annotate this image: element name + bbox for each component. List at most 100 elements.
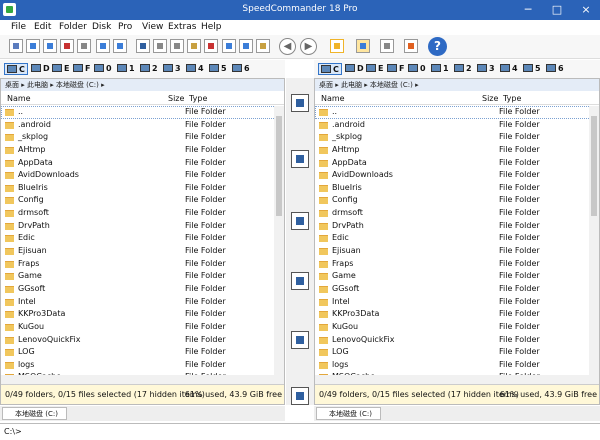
header-size[interactable]: Size [168,92,184,105]
minimize-button[interactable]: ─ [514,0,542,20]
drive-d-left[interactable]: D [31,63,50,75]
drive-1-right[interactable]: 1 [431,63,449,75]
properties-icon[interactable] [77,39,91,53]
table-row[interactable]: Config File Folder [315,194,599,207]
info-icon[interactable] [222,39,236,53]
menu-edit[interactable]: Edit [34,22,51,32]
view-mode-icon[interactable] [380,39,394,53]
header-size[interactable]: Size [482,92,498,105]
horizontal-scrollbar-right[interactable] [315,375,599,384]
table-row[interactable]: AHtmp File Folder [315,144,599,157]
breadcrumb-right[interactable]: 桌面 ▸ 此电脑 ▸ 本地磁盘 (C:) ▸ [315,79,599,91]
tab-local-disk-right[interactable]: 本地磁盘 (C:) [316,407,381,420]
vertical-scrollbar-right[interactable] [589,106,599,384]
tab-local-disk-left[interactable]: 本地磁盘 (C:) [2,407,67,420]
table-row[interactable]: GGsoft File Folder [315,283,599,296]
table-row[interactable]: LOG File Folder [1,346,284,359]
menu-folder[interactable]: Folder [59,22,87,32]
folder-icon[interactable] [256,39,270,53]
delete-icon[interactable] [60,39,74,53]
view-command-icon[interactable] [291,212,309,230]
drive-3-left[interactable]: 3 [163,63,181,75]
back-icon[interactable]: ◀ [279,38,296,55]
table-row[interactable]: AvidDownloads File Folder [315,169,599,182]
copy-command-icon[interactable] [291,94,309,112]
drive-f-left[interactable]: F [73,63,90,75]
drive-3-right[interactable]: 3 [477,63,495,75]
undo-icon[interactable] [204,39,218,53]
drive-6-right[interactable]: 6 [546,63,564,75]
table-row[interactable]: Ejisuan File Folder [315,245,599,258]
move-command-icon[interactable] [291,150,309,168]
drive-c-right[interactable]: C [318,63,342,75]
command-line[interactable]: C:\> [0,423,600,440]
table-row[interactable]: Ejisuan File Folder [1,245,284,258]
layout-icon[interactable] [356,39,370,53]
table-row[interactable]: .. File Folder [315,106,599,119]
table-row[interactable]: DrvPath File Folder [315,220,599,233]
drive-e-right[interactable]: E [366,63,383,75]
table-row[interactable]: LOG File Folder [315,346,599,359]
move-files-icon[interactable] [113,39,127,53]
table-row[interactable]: Edic File Folder [315,232,599,245]
table-row[interactable]: LenovoQuickFix File Folder [315,334,599,347]
drive-c-left[interactable]: C [4,63,28,75]
cut-icon[interactable] [153,39,167,53]
drive-5-left[interactable]: 5 [209,63,227,75]
table-row[interactable]: KuGou File Folder [315,321,599,334]
tools-icon[interactable] [404,39,418,53]
table-row[interactable]: AppData File Folder [315,157,599,170]
table-row[interactable]: Edic File Folder [1,232,284,245]
clipboard-icon[interactable] [187,39,201,53]
drive-2-right[interactable]: 2 [454,63,472,75]
table-row[interactable]: Fraps File Folder [315,258,599,271]
trash-icon[interactable] [291,387,309,405]
table-row[interactable]: KuGou File Folder [1,321,284,334]
drive-0-left[interactable]: 0 [94,63,112,75]
menu-disk[interactable]: Disk [92,22,111,32]
menu-extras[interactable]: Extras [168,22,196,32]
table-row[interactable]: Config File Folder [1,194,284,207]
drive-d-right[interactable]: D [345,63,364,75]
table-row[interactable]: Game File Folder [315,270,599,283]
table-row[interactable]: AHtmp File Folder [1,144,284,157]
close-button[interactable]: × [572,0,600,20]
table-row[interactable]: Intel File Folder [1,296,284,309]
table-row[interactable]: AvidDownloads File Folder [1,169,284,182]
menu-pro[interactable]: Pro [118,22,132,32]
print-command-icon[interactable] [291,331,309,349]
forward-icon[interactable]: ▶ [300,38,317,55]
paste-icon[interactable] [170,39,184,53]
table-row[interactable]: Fraps File Folder [1,258,284,271]
table-row[interactable]: .android File Folder [315,119,599,132]
table-row[interactable]: logs File Folder [315,359,599,372]
table-row[interactable]: Game File Folder [1,270,284,283]
table-row[interactable]: AppData File Folder [1,157,284,170]
drive-4-right[interactable]: 4 [500,63,518,75]
drive-e-left[interactable]: E [52,63,69,75]
table-row[interactable]: drmsoft File Folder [315,207,599,220]
table-row[interactable]: BlueIris File Folder [315,182,599,195]
table-row[interactable]: .. File Folder [1,106,284,119]
header-name[interactable]: Name [321,92,345,105]
pack-icon[interactable] [136,39,150,53]
drive-5-right[interactable]: 5 [523,63,541,75]
table-row[interactable]: KKPro3Data File Folder [315,308,599,321]
edit-command-icon[interactable] [291,272,309,290]
table-row[interactable]: drmsoft File Folder [1,207,284,220]
table-row[interactable]: .android File Folder [1,119,284,132]
drive-f-right[interactable]: F [387,63,404,75]
breadcrumb-left[interactable]: 桌面 ▸ 此电脑 ▸ 本地磁盘 (C:) ▸ [1,79,284,91]
drive-4-left[interactable]: 4 [186,63,204,75]
search-icon[interactable] [239,39,253,53]
drive-1-left[interactable]: 1 [117,63,135,75]
menu-view[interactable]: View [142,22,163,32]
favorites-star-icon[interactable] [330,39,344,53]
new-icon[interactable] [9,39,23,53]
move-icon[interactable] [43,39,57,53]
table-row[interactable]: _skplog File Folder [315,131,599,144]
menu-file[interactable]: File [11,22,26,32]
header-type[interactable]: Type [503,92,521,105]
table-row[interactable]: GGsoft File Folder [1,283,284,296]
horizontal-scrollbar-left[interactable] [1,375,284,384]
